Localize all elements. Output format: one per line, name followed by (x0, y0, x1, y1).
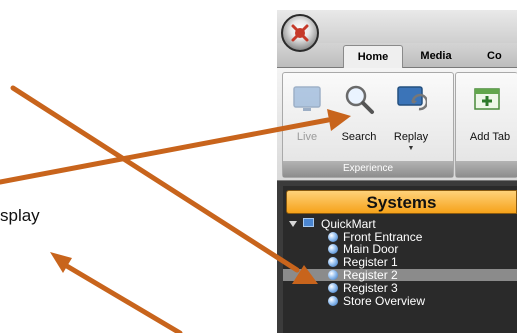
replay-button[interactable]: Replay ▼ (387, 77, 435, 152)
tab-media[interactable]: Media (416, 45, 456, 67)
systems-header[interactable]: Systems (286, 190, 517, 214)
tree-item[interactable]: Store Overview (283, 295, 517, 307)
replay-icon (397, 86, 427, 111)
tree-root-label: QuickMart (321, 217, 376, 231)
tree-item[interactable]: Main Door (283, 243, 517, 255)
application-menu-orb[interactable] (281, 14, 319, 52)
experience-group: Live Search Replay ▼ Experience (282, 72, 454, 178)
add-tab-button[interactable]: Add Tab (462, 77, 517, 147)
monitor-icon (303, 218, 314, 227)
camera-icon (328, 257, 338, 267)
search-label: Search (341, 131, 377, 143)
search-button[interactable]: Search (335, 77, 383, 147)
tree-item-label: Main Door (343, 242, 399, 256)
arrow-from-display (57, 259, 183, 333)
tree-item-label: Register 2 (343, 268, 398, 282)
orb-logo-icon (291, 24, 309, 42)
live-button[interactable]: Live (283, 77, 331, 147)
tree-item[interactable]: Front Entrance (283, 231, 517, 243)
tree-root-quickmart[interactable]: QuickMart (283, 217, 517, 231)
camera-icon (328, 232, 338, 242)
add-tab-icon (474, 88, 500, 110)
live-label: Live (296, 131, 318, 143)
annotation-text: splay (0, 206, 40, 225)
tab-home[interactable]: Home (343, 45, 403, 68)
app-window: Home Media Co Live Search Replay ▼ Exper… (277, 10, 517, 333)
search-icon (345, 85, 374, 114)
tree-item[interactable]: Register 3 (283, 282, 517, 294)
camera-icon (328, 283, 338, 293)
ribbon: Live Search Replay ▼ Experience Add Tab (277, 68, 517, 181)
add-tab-label: Add Tab (469, 131, 511, 143)
layout-group: Add Tab (455, 72, 517, 178)
live-icon (293, 86, 321, 111)
replay-dropdown-icon[interactable]: ▼ (387, 145, 435, 152)
arrowhead-icon (50, 252, 72, 273)
camera-icon (328, 244, 338, 254)
expand-arrow-icon[interactable] (289, 221, 297, 227)
camera-icon (328, 270, 338, 280)
tree-item-label: Store Overview (343, 294, 426, 308)
replay-label: Replay (393, 131, 429, 143)
tree-item-selected[interactable]: Register 2 (283, 269, 517, 281)
tree-item[interactable]: Register 1 (283, 256, 517, 268)
camera-icon (328, 296, 338, 306)
tree-item-label: Register 3 (343, 281, 398, 295)
arrow-to-register-2 (10, 85, 300, 273)
tree-item-label: Register 1 (343, 255, 398, 269)
systems-panel: Systems QuickMart Front Entrance Main Do… (283, 186, 517, 333)
experience-group-label: Experience (283, 161, 453, 177)
layout-group-label (456, 161, 517, 177)
tab-partial[interactable]: Co (487, 45, 517, 67)
